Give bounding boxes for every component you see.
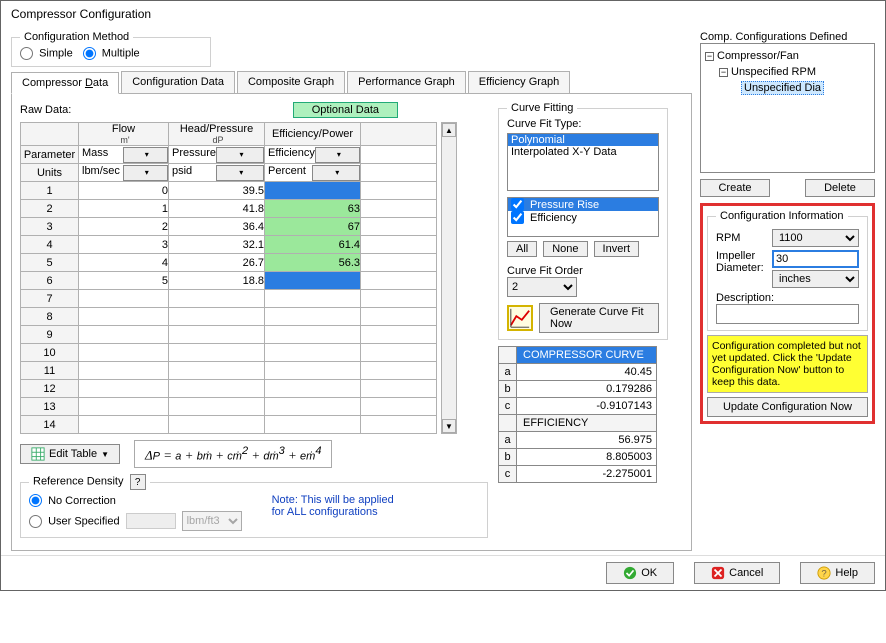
table-row[interactable]: 4332.161.4 bbox=[21, 236, 437, 254]
head-unit-dropdown[interactable]: ▾ bbox=[216, 165, 265, 181]
none-button[interactable]: None bbox=[543, 241, 587, 257]
delete-button[interactable]: Delete bbox=[805, 179, 875, 197]
question-icon: ? bbox=[817, 566, 831, 580]
config-method-legend: Configuration Method bbox=[20, 31, 133, 43]
table-row[interactable]: 5426.756.3 bbox=[21, 254, 437, 272]
curve-fitting-group: Curve Fitting Curve Fit Type: Polynomial… bbox=[498, 102, 668, 340]
table-row[interactable]: 10 bbox=[21, 344, 437, 362]
scroll-down-icon[interactable]: ▼ bbox=[442, 419, 456, 433]
rpm-label: RPM bbox=[716, 232, 768, 244]
formula-display: ΔP = a + bṁ + cṁ2 + dṁ3 + eṁ4 bbox=[134, 440, 332, 468]
density-note: Note: This will be applied for ALL confi… bbox=[272, 494, 394, 518]
tab-efficiency-graph[interactable]: Efficiency Graph bbox=[468, 71, 571, 93]
list-item[interactable]: Interpolated X-Y Data bbox=[508, 146, 658, 158]
x-icon bbox=[711, 566, 725, 580]
table-row[interactable]: 9 bbox=[21, 326, 437, 344]
table-row[interactable]: 2141.863 bbox=[21, 200, 437, 218]
flow-unit-dropdown[interactable]: ▾ bbox=[123, 165, 169, 181]
invert-button[interactable]: Invert bbox=[594, 241, 640, 257]
curve-component-list[interactable]: Pressure Rise Efficiency bbox=[507, 197, 659, 237]
curve-fit-type-list[interactable]: Polynomial Interpolated X-Y Data bbox=[507, 133, 659, 191]
row-header-units: Units bbox=[21, 164, 79, 182]
radio-simple[interactable]: Simple bbox=[20, 47, 73, 60]
row-header-parameter: Parameter bbox=[21, 146, 79, 164]
check-efficiency[interactable]: Efficiency bbox=[508, 211, 658, 224]
tab-panel: Raw Data: Optional Data Flowm' Head/Pres… bbox=[11, 94, 692, 551]
rpm-select[interactable]: 1100 bbox=[772, 229, 859, 247]
description-input[interactable] bbox=[716, 304, 859, 324]
flow-param-dropdown[interactable]: ▾ bbox=[123, 147, 169, 163]
svg-text:?: ? bbox=[822, 569, 827, 580]
reference-density-group: Reference Density ? No Correction User S… bbox=[20, 474, 488, 538]
configs-defined-label: Comp. Configurations Defined bbox=[700, 31, 875, 43]
radio-user-specified[interactable]: User Specified bbox=[29, 515, 120, 528]
description-label: Description: bbox=[716, 292, 859, 304]
impeller-label: ImpellerDiameter: bbox=[716, 250, 768, 274]
radio-multiple[interactable]: Multiple bbox=[83, 47, 140, 60]
head-param-dropdown[interactable]: ▾ bbox=[216, 147, 264, 163]
table-row[interactable]: 7 bbox=[21, 290, 437, 308]
help-button[interactable]: ? Help bbox=[800, 562, 875, 584]
raw-data-table[interactable]: Flowm' Head/PressuredP Efficiency/Power … bbox=[20, 122, 437, 434]
tree-leaf[interactable]: Unspecified Dia bbox=[741, 81, 824, 95]
edit-table-button[interactable]: Edit Table ▼ bbox=[20, 444, 120, 464]
dialog-footer: OK Cancel ? Help bbox=[1, 555, 885, 590]
ok-button[interactable]: OK bbox=[606, 562, 674, 584]
check-icon bbox=[623, 566, 637, 580]
table-row[interactable]: 1039.5 bbox=[21, 182, 437, 200]
table-row[interactable]: 14 bbox=[21, 416, 437, 434]
density-unit-select: lbm/ft3 bbox=[182, 511, 242, 531]
help-icon[interactable]: ? bbox=[130, 474, 146, 490]
table-row[interactable]: 8 bbox=[21, 308, 437, 326]
chart-icon bbox=[507, 305, 533, 331]
impeller-diameter-input[interactable] bbox=[772, 250, 859, 268]
curve-fit-type-label: Curve Fit Type: bbox=[507, 118, 659, 130]
tab-bar: Compressor Data Configuration Data Compo… bbox=[11, 71, 692, 94]
config-tree[interactable]: −Compressor/Fan −Unspecified RPM Unspeci… bbox=[700, 43, 875, 173]
tab-composite-graph[interactable]: Composite Graph bbox=[237, 71, 345, 93]
cancel-button[interactable]: Cancel bbox=[694, 562, 780, 584]
list-item[interactable]: Polynomial bbox=[508, 134, 658, 146]
table-icon bbox=[31, 447, 45, 461]
curve-fit-order-label: Curve Fit Order bbox=[507, 265, 659, 277]
table-scrollbar[interactable]: ▲ ▼ bbox=[441, 122, 457, 434]
impeller-unit-select[interactable]: inches bbox=[772, 270, 859, 288]
eff-param-dropdown[interactable]: ▾ bbox=[315, 147, 360, 163]
generate-curve-fit-button[interactable]: Generate Curve Fit Now bbox=[539, 303, 659, 333]
optional-data-badge: Optional Data bbox=[293, 102, 398, 118]
tab-configuration-data[interactable]: Configuration Data bbox=[121, 71, 235, 93]
table-row[interactable]: 13 bbox=[21, 398, 437, 416]
radio-no-correction[interactable]: No Correction bbox=[29, 495, 116, 507]
coefficients-table: COMPRESSOR CURVE a40.45 b0.179286 c-0.91… bbox=[498, 346, 657, 483]
table-row[interactable]: 11 bbox=[21, 362, 437, 380]
table-row[interactable]: 3236.467 bbox=[21, 218, 437, 236]
tab-compressor-data[interactable]: Compressor Data bbox=[11, 72, 119, 94]
tab-performance-graph[interactable]: Performance Graph bbox=[347, 71, 466, 93]
all-button[interactable]: All bbox=[507, 241, 537, 257]
check-pressure-rise[interactable]: Pressure Rise bbox=[508, 198, 658, 211]
config-info-highlight: Configuration Information RPM 1100 Impel… bbox=[700, 203, 875, 424]
table-row[interactable]: 12 bbox=[21, 380, 437, 398]
raw-data-label: Raw Data: bbox=[20, 104, 71, 116]
density-value-input bbox=[126, 513, 176, 529]
update-configuration-button[interactable]: Update Configuration Now bbox=[707, 397, 868, 417]
window-title: Compressor Configuration bbox=[1, 1, 885, 27]
config-method-group: Configuration Method Simple Multiple bbox=[11, 31, 211, 67]
curve-fit-order-select[interactable]: 2 bbox=[507, 277, 577, 297]
warning-message: Configuration completed but not yet upda… bbox=[707, 335, 868, 393]
table-row[interactable]: 6518.8 bbox=[21, 272, 437, 290]
create-button[interactable]: Create bbox=[700, 179, 770, 197]
scroll-up-icon[interactable]: ▲ bbox=[442, 123, 456, 137]
eff-unit-dropdown[interactable]: ▾ bbox=[312, 165, 361, 181]
window: Compressor Configuration Configuration M… bbox=[0, 0, 886, 591]
config-info-group: Configuration Information RPM 1100 Impel… bbox=[707, 210, 868, 331]
